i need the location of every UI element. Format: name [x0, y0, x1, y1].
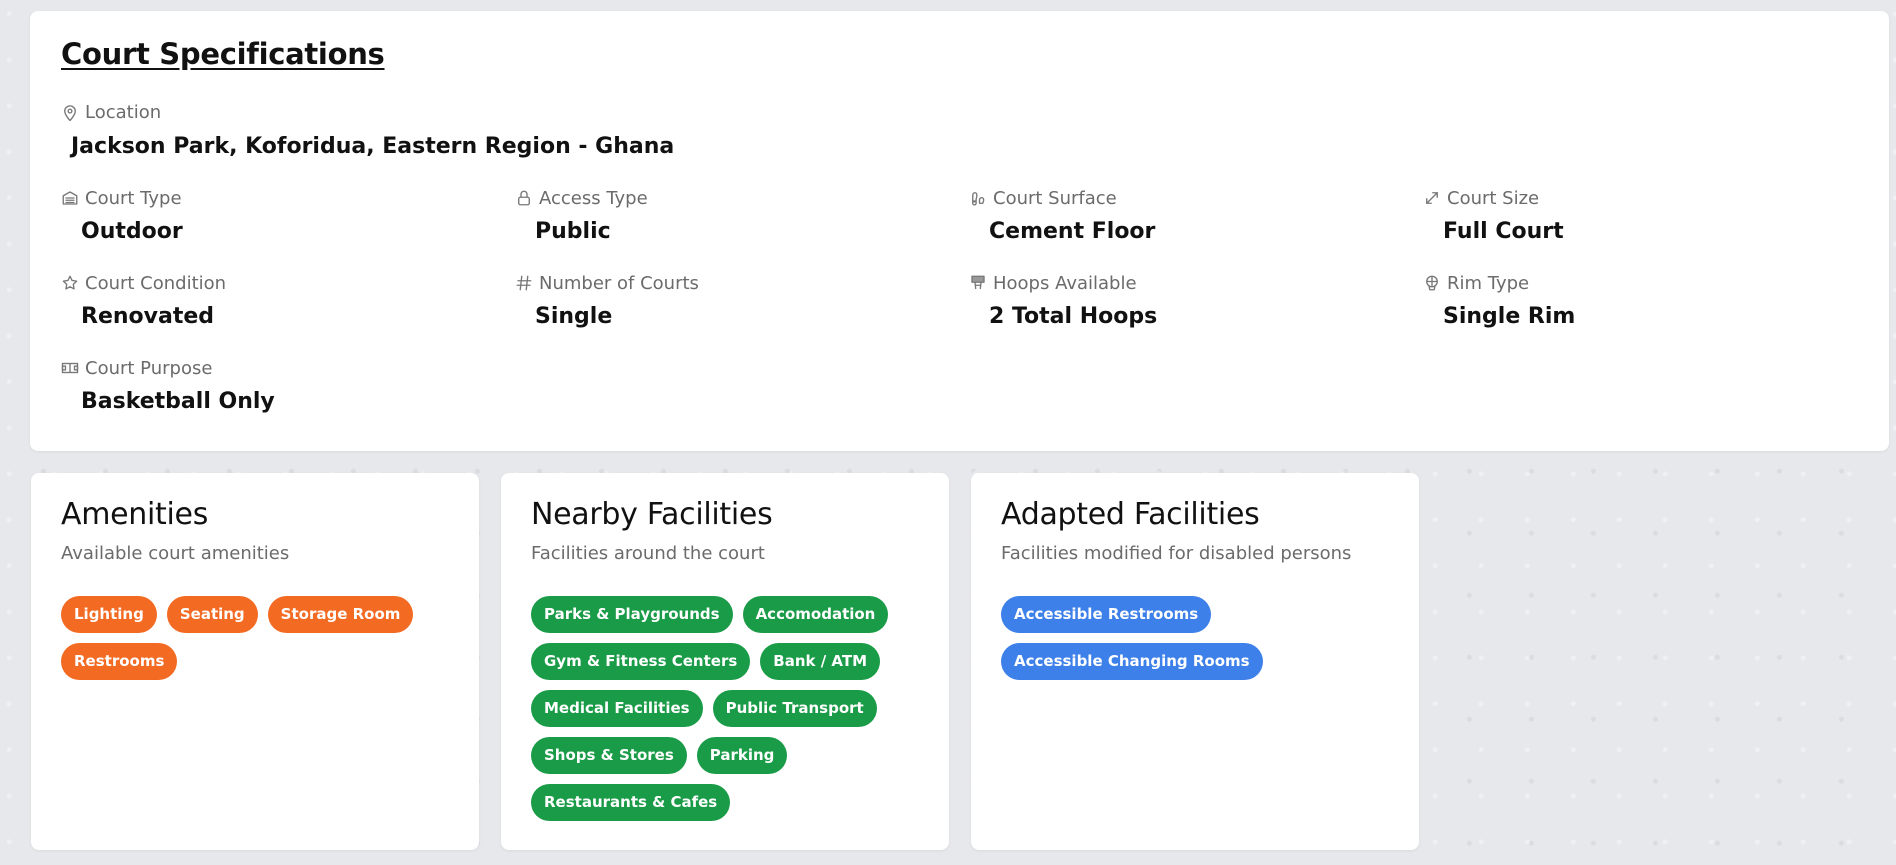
spec-access-type: Access Type Public — [515, 186, 955, 256]
spec-value: 2 Total Hoops — [989, 304, 1158, 329]
hash-icon — [515, 274, 533, 292]
location-label-row: Location — [61, 102, 161, 123]
nearby-facilities-card: Nearby Facilities Facilities around the … — [501, 473, 949, 850]
spec-rim-type: Rim Type Single Rim — [1423, 271, 1863, 341]
nearby-facilities-subtitle: Facilities around the court — [531, 543, 765, 564]
adapted-facilities-title: Adapted Facilities — [1001, 497, 1260, 532]
amenity-chip-restrooms[interactable]: Restrooms — [61, 643, 178, 680]
spec-court-condition: Court Condition Renovated — [61, 271, 501, 341]
nearby-chip-restaurants[interactable]: Restaurants & Cafes — [531, 784, 731, 821]
nearby-chip-medical[interactable]: Medical Facilities — [531, 690, 703, 727]
amenities-subtitle: Available court amenities — [61, 543, 290, 564]
spec-number-of-courts: Number of Courts Single — [515, 271, 955, 341]
nearby-chip-parking[interactable]: Parking — [696, 737, 788, 774]
amenity-chip-seating[interactable]: Seating — [166, 596, 258, 633]
spec-court-size: Court Size Full Court — [1423, 186, 1863, 256]
spec-value: Full Court — [1443, 219, 1564, 244]
amenities-chip-list: Lighting Seating Storage Room Restrooms — [61, 596, 459, 680]
spec-label: Number of Courts — [539, 272, 699, 294]
nearby-facilities-title: Nearby Facilities — [531, 497, 773, 532]
spec-label: Rim Type — [1447, 272, 1530, 294]
spec-label: Court Purpose — [85, 357, 213, 379]
spec-label: Hoops Available — [993, 272, 1137, 294]
spec-court-surface: Court Surface Cement Floor — [969, 186, 1409, 256]
spec-hoops-available: Hoops Available 2 Total Hoops — [969, 271, 1409, 341]
adapted-facilities-card: Adapted Facilities Facilities modified f… — [971, 473, 1419, 850]
spec-label: Access Type — [539, 187, 648, 209]
spec-label: Court Surface — [993, 187, 1117, 209]
spec-value: Renovated — [81, 304, 215, 329]
building-icon — [61, 189, 79, 207]
basketball-rim-icon — [1423, 274, 1441, 292]
spec-value: Single — [535, 304, 613, 329]
spec-value: Outdoor — [81, 219, 183, 244]
spec-court-type: Court Type Outdoor — [61, 186, 501, 256]
court-icon — [61, 359, 79, 377]
spec-value: Basketball Only — [81, 389, 275, 414]
nearby-chip-list: Parks & Playgrounds Accomodation Gym & F… — [531, 596, 929, 821]
amenities-title: Amenities — [61, 497, 209, 532]
footprints-icon — [969, 189, 987, 207]
nearby-chip-public-transport[interactable]: Public Transport — [712, 690, 877, 727]
location-value: Jackson Park, Koforidua, Eastern Region … — [71, 134, 675, 159]
spec-label: Court Condition — [85, 272, 227, 294]
adapted-chip-accessible-changing-rooms[interactable]: Accessible Changing Rooms — [1001, 643, 1263, 680]
location-label: Location — [85, 102, 162, 123]
nearby-chip-gym[interactable]: Gym & Fitness Centers — [531, 643, 751, 680]
star-icon — [61, 274, 79, 292]
spec-court-purpose: Court Purpose Basketball Only — [61, 356, 501, 426]
hoop-icon — [969, 274, 987, 292]
amenity-chip-lighting[interactable]: Lighting — [61, 596, 157, 633]
court-specifications-card: Court Specifications Location Jackson Pa… — [30, 11, 1889, 451]
lock-icon — [515, 189, 533, 207]
spec-value: Single Rim — [1443, 304, 1576, 329]
adapted-facilities-subtitle: Facilities modified for disabled persons — [1001, 543, 1352, 564]
nearby-chip-parks[interactable]: Parks & Playgrounds — [531, 596, 733, 633]
spec-value: Public — [535, 219, 611, 244]
map-pin-icon — [61, 104, 79, 122]
amenity-chip-storage-room[interactable]: Storage Room — [267, 596, 414, 633]
spec-label: Court Size — [1447, 187, 1540, 209]
nearby-chip-shops[interactable]: Shops & Stores — [531, 737, 687, 774]
nearby-chip-accomodation[interactable]: Accomodation — [742, 596, 889, 633]
adapted-chip-accessible-restrooms[interactable]: Accessible Restrooms — [1001, 596, 1212, 633]
spec-label: Court Type — [85, 187, 182, 209]
nearby-chip-bank-atm[interactable]: Bank / ATM — [760, 643, 881, 680]
expand-arrows-icon — [1423, 189, 1441, 207]
adapted-chip-list: Accessible Restrooms Accessible Changing… — [1001, 596, 1399, 680]
court-specifications-title: Court Specifications — [61, 37, 385, 71]
spec-value: Cement Floor — [989, 219, 1156, 244]
amenities-card: Amenities Available court amenities Ligh… — [31, 473, 479, 850]
